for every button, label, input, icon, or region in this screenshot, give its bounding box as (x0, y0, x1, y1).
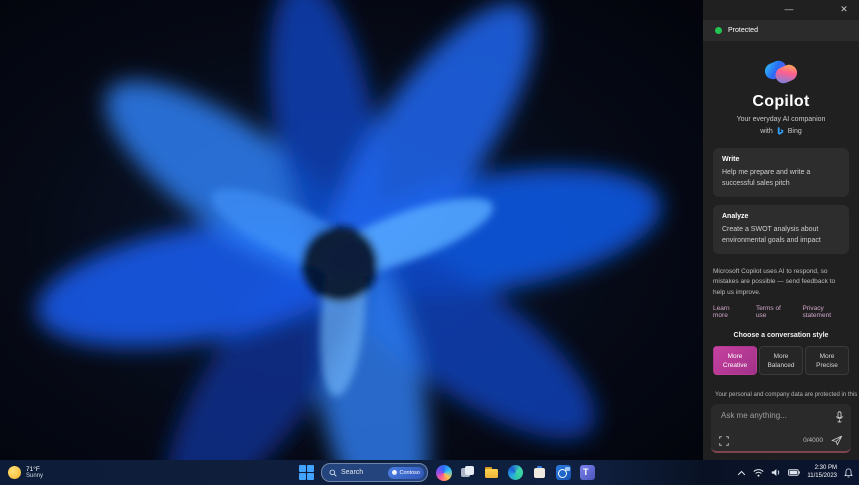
data-protection-note: Your personal and company data are prote… (711, 391, 859, 399)
style-more-creative-button[interactable]: More Creative (713, 346, 757, 376)
style-more-precise-button[interactable]: More Precise (805, 346, 849, 376)
contoso-logo-icon (391, 470, 397, 475)
taskbar: 71°F Sunny Search Contoso T 2:30 PM 11/1… (0, 460, 859, 485)
notification-bell-icon[interactable] (844, 467, 853, 478)
battery-icon[interactable] (788, 469, 801, 476)
copilot-title: Copilot (752, 93, 810, 110)
with-label: with (760, 128, 773, 135)
protected-label: Protected (728, 27, 758, 34)
copilot-logo-icon (764, 60, 798, 84)
microphone-icon[interactable] (835, 411, 844, 423)
bing-icon (777, 127, 783, 135)
screenshot-icon[interactable] (719, 435, 729, 446)
send-icon[interactable] (831, 435, 843, 446)
minimize-button[interactable]: — (781, 3, 797, 16)
outlook-icon[interactable] (555, 464, 572, 481)
style-line2: Balanced (767, 361, 795, 369)
chat-composer: 0/4000 (711, 404, 851, 454)
char-counter: 0/4000 (803, 437, 823, 445)
sun-icon (8, 466, 21, 479)
teams-icon[interactable]: T (579, 464, 596, 481)
card-category: Analyze (722, 213, 749, 220)
search-highlight-badge: Contoso (387, 466, 424, 479)
file-explorer-icon[interactable] (483, 464, 500, 481)
data-protection-text: Your personal and company data are prote… (715, 392, 859, 399)
weather-widget[interactable]: 71°F Sunny (8, 460, 43, 485)
style-line1: More (819, 352, 835, 360)
tray-chevron-up-icon[interactable] (737, 470, 746, 476)
desktop-wallpaper (0, 0, 703, 460)
chat-input[interactable] (719, 410, 831, 422)
protected-dot-icon (715, 27, 722, 34)
learn-more-link[interactable]: Learn more (713, 305, 743, 319)
weather-temperature: 71°F (26, 465, 40, 473)
start-button[interactable] (299, 465, 314, 480)
taskbar-copilot-icon[interactable] (435, 464, 452, 481)
protected-status-bar: Protected (703, 20, 859, 41)
card-text: Help me prepare and write a successful s… (722, 169, 811, 187)
tray-date: 11/15/2023 (807, 472, 837, 479)
style-line1: More (773, 352, 789, 360)
suggestion-card-write[interactable]: Write Help me prepare and write a succes… (713, 148, 849, 197)
with-bing-row: with Bing (703, 127, 859, 136)
panel-titlebar: — ✕ (703, 0, 859, 20)
taskbar-center: Search Contoso T (299, 460, 596, 485)
style-more-balanced-button[interactable]: More Balanced (759, 346, 803, 376)
search-icon (329, 469, 337, 477)
terms-of-use-link[interactable]: Terms of use (756, 305, 790, 319)
style-line2: Creative (722, 361, 748, 369)
style-line1: More (727, 352, 743, 360)
edge-browser-icon[interactable] (507, 464, 524, 481)
ai-disclaimer: Microsoft Copilot uses AI to respond, so… (713, 268, 836, 296)
suggestion-card-analyze[interactable]: Analyze Create a SWOT analysis about env… (713, 205, 849, 254)
task-view-icon[interactable] (459, 464, 476, 481)
speaker-icon[interactable] (771, 468, 781, 477)
bing-label: Bing (787, 128, 802, 135)
copilot-panel: — ✕ Protected Copilot Your everyday AI c… (703, 0, 859, 460)
tray-time: 2:30 PM (814, 465, 837, 471)
card-text: Create a SWOT analysis about environment… (722, 226, 821, 244)
search-label: Search (341, 469, 364, 476)
microsoft-store-icon[interactable] (531, 464, 548, 481)
search-box[interactable]: Search Contoso (321, 463, 428, 482)
conversation-style-heading: Choose a conversation style (733, 332, 829, 340)
system-tray: 2:30 PM 11/15/2023 (737, 460, 853, 485)
composer-bottom-row: 0/4000 (719, 435, 843, 446)
privacy-statement-link[interactable]: Privacy statement (802, 305, 849, 319)
weather-condition: Sunny (26, 472, 44, 479)
legal-links: Learn more Terms of use Privacy statemen… (713, 305, 849, 319)
clock-widget[interactable]: 2:30 PM 11/15/2023 (807, 465, 837, 480)
suggestion-cards: Write Help me prepare and write a succes… (703, 148, 859, 254)
copilot-subtitle: Your everyday AI companion (736, 116, 826, 123)
bloom-wallpaper-art (0, 0, 703, 460)
conversation-style-group: More Creative More Balanced More Precise (713, 346, 849, 376)
card-category: Write (722, 156, 740, 163)
wifi-icon[interactable] (753, 468, 764, 477)
search-badge-label: Contoso (399, 469, 421, 476)
close-button[interactable]: ✕ (836, 3, 852, 16)
style-line2: Precise (816, 361, 838, 369)
